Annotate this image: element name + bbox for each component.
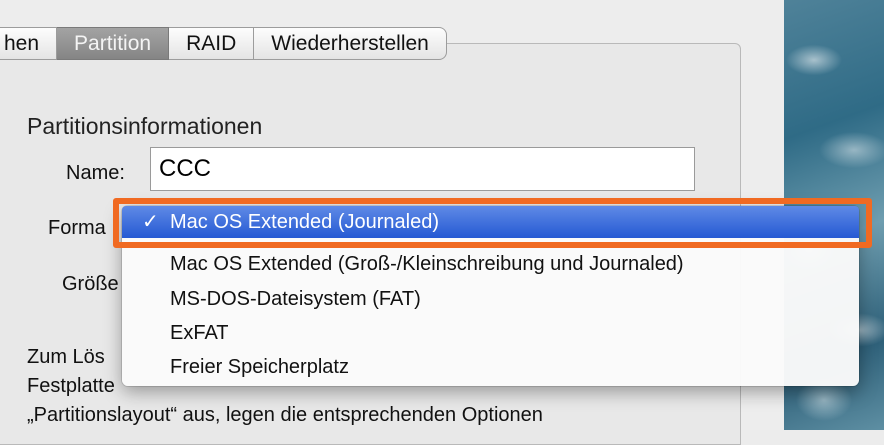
menu-item-exfat[interactable]: ExFAT: [122, 317, 859, 349]
menu-item-mac-os-extended-journaled[interactable]: ✓ Mac OS Extended (Journaled): [122, 206, 859, 238]
format-dropdown-menu: ✓ Mac OS Extended (Journaled) Mac OS Ext…: [122, 206, 859, 386]
name-input[interactable]: CCC: [150, 147, 695, 191]
menu-item-label: ExFAT: [170, 322, 229, 344]
format-label: Forma: [48, 217, 106, 239]
checkmark-icon: ✓: [142, 211, 159, 233]
menu-item-mac-os-extended-case-sensitive[interactable]: Mac OS Extended (Groß-/Kleinschreibung u…: [122, 248, 859, 280]
size-label: Größe: [62, 273, 119, 295]
tab-partition[interactable]: Partition: [57, 27, 170, 60]
menu-item-ms-dos-fat[interactable]: MS-DOS-Dateisystem (FAT): [122, 283, 859, 315]
menu-item-label: MS-DOS-Dateisystem (FAT): [170, 288, 421, 310]
menu-item-label: Freier Speicherplatz: [170, 356, 349, 378]
name-label: Name:: [66, 162, 125, 184]
tab-bar: hen Partition RAID Wiederherstellen: [0, 27, 447, 60]
menu-item-free-space[interactable]: Freier Speicherplatz: [122, 351, 859, 383]
tab-raid[interactable]: RAID: [169, 27, 255, 60]
section-title: Partitionsinformationen: [27, 113, 263, 139]
description-line: „Partitionslayout“ aus, legen die entspr…: [27, 404, 543, 426]
tab-restore[interactable]: Wiederherstellen: [254, 27, 447, 60]
menu-item-label: Mac OS Extended (Journaled): [170, 211, 440, 233]
tab-erase[interactable]: hen: [0, 27, 58, 60]
menu-item-label: Mac OS Extended (Groß-/Kleinschreibung u…: [170, 253, 684, 275]
